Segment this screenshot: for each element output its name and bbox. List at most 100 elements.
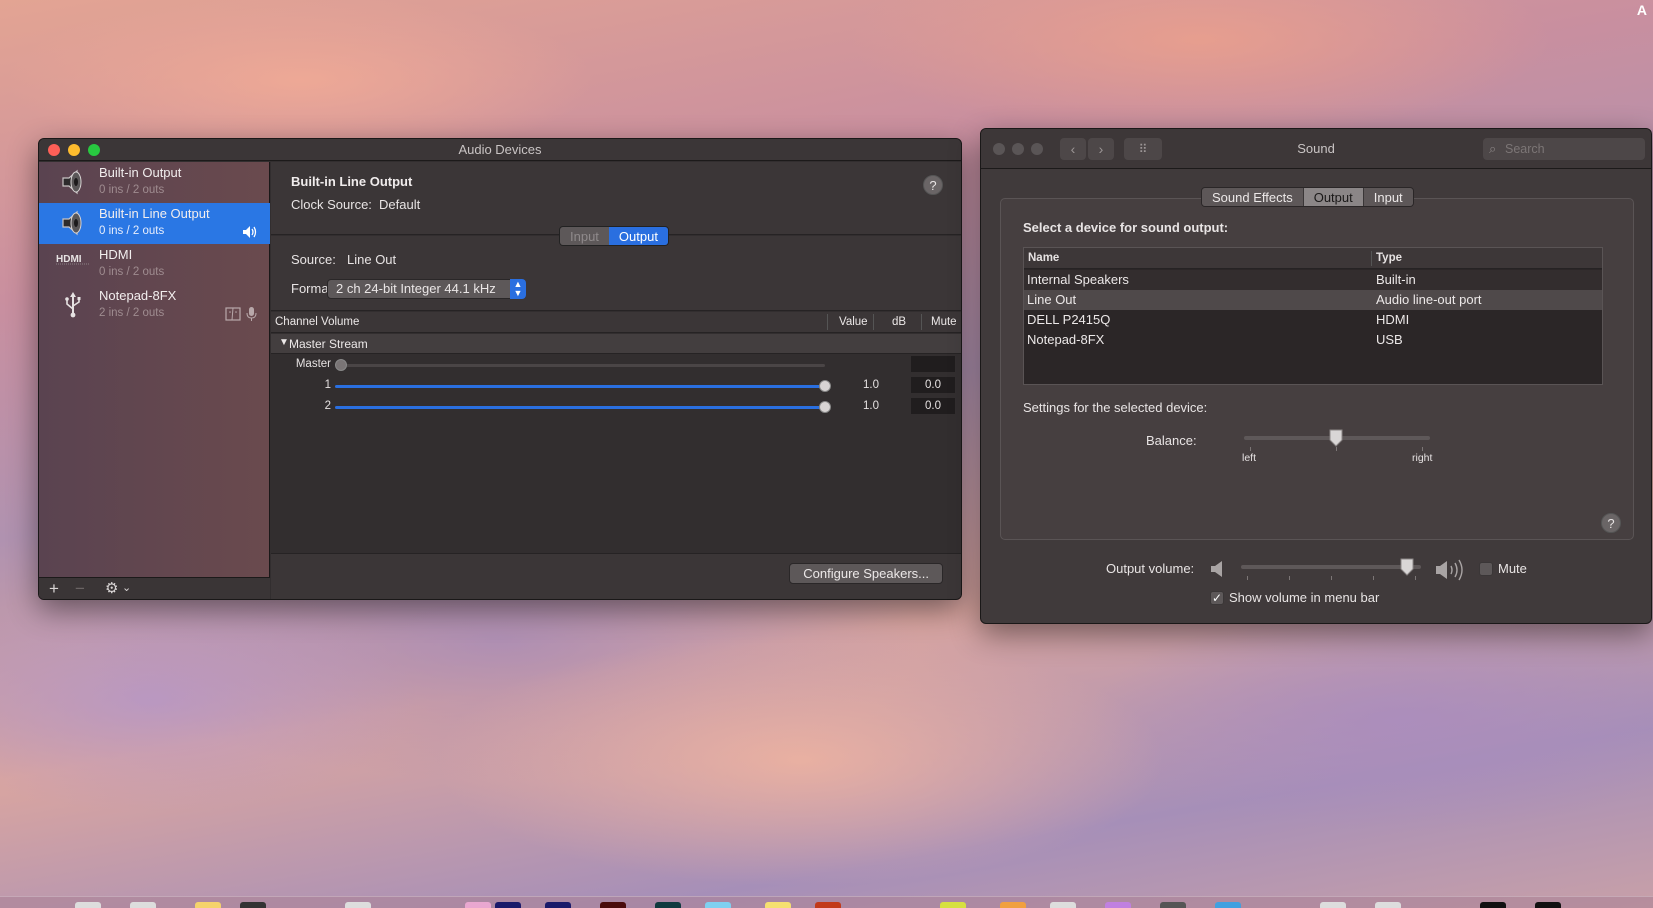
dock-item[interactable]: [1320, 902, 1346, 908]
disclosure-triangle-icon[interactable]: ▼: [279, 337, 289, 348]
stream-name: Master Stream: [289, 337, 368, 351]
dock-item[interactable]: [765, 902, 791, 908]
row-name: Line Out: [1027, 292, 1077, 307]
dock-item[interactable]: [1215, 902, 1241, 908]
show-all-grid-icon[interactable]: ⠿: [1124, 138, 1162, 160]
device-name: Built-in Output: [99, 165, 182, 180]
help-button[interactable]: ?: [1601, 513, 1621, 533]
column-name[interactable]: Name: [1028, 252, 1059, 264]
dock-item[interactable]: [1105, 902, 1131, 908]
master-stream-row[interactable]: ▼ Master Stream: [271, 334, 961, 354]
balance-slider[interactable]: left right: [1242, 429, 1432, 469]
sound-titlebar[interactable]: ‹ › ⠿ Sound ⌕ Search: [981, 129, 1651, 169]
tab-input[interactable]: Input: [560, 227, 609, 245]
volume-low-icon: [1211, 561, 1222, 577]
search-input[interactable]: ⌕ Search: [1483, 138, 1645, 160]
channel-volume-track[interactable]: [335, 364, 825, 367]
dock-item[interactable]: [545, 902, 571, 908]
device-item-built-in-output[interactable]: Built-in Output 0 ins / 2 outs: [39, 162, 270, 203]
window-title: Audio Devices: [458, 142, 542, 157]
device-io: 2 ins / 2 outs: [99, 307, 165, 319]
dock-item[interactable]: [815, 902, 841, 908]
table-row[interactable]: Notepad-8FX USB: [1024, 330, 1602, 350]
row-name: Internal Speakers: [1027, 272, 1129, 287]
zoom-button[interactable]: [88, 144, 100, 156]
balance-thumb[interactable]: [1328, 429, 1344, 447]
dock-item[interactable]: [345, 902, 371, 908]
dock-item[interactable]: [1160, 902, 1186, 908]
dock-item[interactable]: [940, 902, 966, 908]
dock-item[interactable]: [1375, 902, 1401, 908]
dock-item[interactable]: [495, 902, 521, 908]
format-select[interactable]: 2 ch 24-bit Integer 44.1 kHz ▲ ▼: [327, 279, 526, 299]
configure-speakers-button[interactable]: Configure Speakers...: [789, 563, 943, 584]
close-button[interactable]: [993, 143, 1005, 155]
dock-item[interactable]: [1480, 902, 1506, 908]
zoom-button[interactable]: [1031, 143, 1043, 155]
close-button[interactable]: [48, 144, 60, 156]
dock-item[interactable]: [75, 902, 101, 908]
output-device-table: Name Type Internal Speakers Built-in Lin…: [1023, 247, 1603, 385]
table-row[interactable]: Line Out Audio line-out port: [1024, 290, 1602, 310]
channel-row: 1 1.0 0.0: [271, 376, 961, 396]
channel-volume-track[interactable]: [335, 406, 825, 409]
device-item-built-in-line-output[interactable]: Built-in Line Output 0 ins / 2 outs: [39, 203, 270, 244]
channel-volume-knob[interactable]: [819, 401, 831, 413]
dock-item[interactable]: [240, 902, 266, 908]
mute-label: Mute: [1498, 561, 1527, 576]
tab-sound-effects[interactable]: Sound Effects: [1202, 188, 1304, 206]
audio-devices-window: Audio Devices Built-in Output 0 ins / 2 …: [38, 138, 962, 600]
channel-db-field[interactable]: [911, 356, 955, 372]
dock-item[interactable]: [130, 902, 156, 908]
channel-row: 2 1.0 0.0: [271, 397, 961, 417]
channel-volume-knob[interactable]: [819, 380, 831, 392]
volume-tick: [1289, 576, 1290, 580]
tab-output[interactable]: Output: [1303, 188, 1364, 206]
svg-text:HDMI: HDMI: [56, 254, 82, 265]
dock-item[interactable]: [1535, 902, 1561, 908]
device-item-notepad-8fx[interactable]: Notepad-8FX 2 ins / 2 outs: [39, 285, 270, 326]
minimize-button[interactable]: [68, 144, 80, 156]
column-type[interactable]: Type: [1376, 252, 1402, 264]
dock-item[interactable]: [1050, 902, 1076, 908]
mute-checkbox[interactable]: [1479, 562, 1493, 576]
table-row[interactable]: DELL P2415Q HDMI: [1024, 310, 1602, 330]
device-item-hdmi[interactable]: HDMI HDMI 0 ins / 2 outs: [39, 244, 270, 285]
dock-item[interactable]: [465, 902, 491, 908]
dock-item[interactable]: [600, 902, 626, 908]
dock-item[interactable]: [705, 902, 731, 908]
output-volume-slider[interactable]: [1241, 558, 1421, 582]
remove-device-button[interactable]: −: [75, 579, 85, 599]
chevron-down-icon[interactable]: ⌄: [122, 578, 131, 598]
column-db: dB: [892, 316, 907, 328]
input-output-tabs: Input Output: [559, 226, 669, 246]
audio-devices-titlebar[interactable]: Audio Devices: [39, 139, 961, 161]
dock-item[interactable]: [1000, 902, 1026, 908]
dock-item[interactable]: [195, 902, 221, 908]
channel-volume-knob[interactable]: [335, 359, 347, 371]
dock-item[interactable]: [655, 902, 681, 908]
channel-volume-track[interactable]: [335, 385, 825, 388]
forward-button[interactable]: ›: [1088, 138, 1114, 160]
back-button[interactable]: ‹: [1060, 138, 1086, 160]
channel-db-field[interactable]: 0.0: [911, 398, 955, 414]
show-volume-checkbox[interactable]: ✓: [1210, 591, 1224, 605]
volume-thumb[interactable]: [1399, 558, 1415, 576]
table-row[interactable]: Internal Speakers Built-in: [1024, 270, 1602, 290]
device-list: Built-in Output 0 ins / 2 outs Built-in …: [39, 162, 270, 599]
gear-icon[interactable]: ⚙: [105, 579, 118, 599]
volume-tick: [1415, 576, 1416, 580]
minimize-button[interactable]: [1012, 143, 1024, 155]
search-placeholder: Search: [1505, 142, 1545, 156]
output-volume-icon: [243, 226, 257, 238]
tab-input[interactable]: Input: [1363, 188, 1413, 206]
settings-heading: Settings for the selected device:: [1023, 400, 1208, 415]
add-device-button[interactable]: +: [49, 579, 59, 599]
channel-db-field[interactable]: 0.0: [911, 377, 955, 393]
help-button[interactable]: ?: [923, 175, 943, 195]
column-mute: Mute: [931, 316, 957, 328]
clock-source-value[interactable]: Default: [379, 197, 420, 212]
row-type: Built-in: [1376, 272, 1416, 287]
tab-output[interactable]: Output: [608, 227, 668, 245]
row-type: Audio line-out port: [1376, 292, 1482, 307]
